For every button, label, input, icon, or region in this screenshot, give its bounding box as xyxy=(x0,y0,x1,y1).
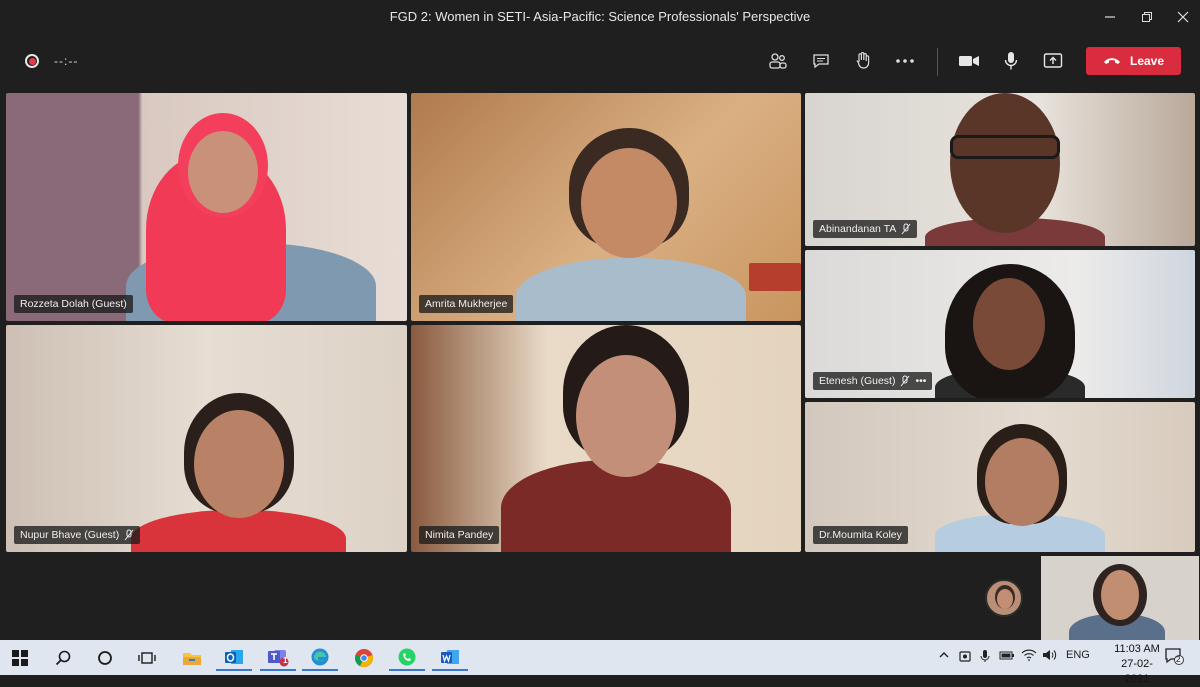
system-clock[interactable]: 11:03 AM 27-02-2021 xyxy=(1112,642,1162,687)
chrome-icon[interactable] xyxy=(346,644,382,671)
meeting-toolbar: --:-- Leave xyxy=(0,34,1200,88)
participant-name-tag: Abinandanan TA xyxy=(813,220,918,238)
participant-more-icon[interactable]: ••• xyxy=(915,375,926,387)
camera-tray-icon[interactable] xyxy=(958,649,972,666)
notifications-icon[interactable]: 2 xyxy=(1164,647,1184,668)
leave-label: Leave xyxy=(1129,54,1165,68)
participant-name-tag: Rozzeta Dolah (Guest) xyxy=(14,295,133,313)
video-tile[interactable]: Amrita Mukherjee xyxy=(411,93,801,321)
input-language[interactable]: ENG xyxy=(1066,649,1090,661)
participant-name-tag: Etenesh (Guest) ••• xyxy=(813,372,933,390)
teams-notification-badge: 1 xyxy=(283,656,288,665)
raise-hand-icon[interactable] xyxy=(850,48,876,74)
share-screen-icon[interactable] xyxy=(1040,48,1066,74)
whatsapp-icon[interactable] xyxy=(389,644,425,671)
recording-indicator-icon xyxy=(25,54,39,68)
notification-count: 2 xyxy=(1176,655,1181,664)
video-tile[interactable]: Rozzeta Dolah (Guest) xyxy=(6,93,407,321)
meeting-timer: --:-- xyxy=(54,54,79,68)
cortana-icon[interactable] xyxy=(87,644,123,671)
camera-icon[interactable] xyxy=(956,48,982,74)
file-explorer-icon[interactable] xyxy=(174,644,210,671)
search-icon[interactable] xyxy=(45,644,81,671)
windows-start-icon[interactable] xyxy=(2,644,38,671)
window-title: FGD 2: Women in SETI- Asia-Pacific: Scie… xyxy=(389,9,811,24)
video-tile[interactable]: Etenesh (Guest) ••• xyxy=(805,250,1195,398)
microphone-tray-icon[interactable] xyxy=(980,649,990,666)
volume-icon[interactable] xyxy=(1042,649,1058,664)
video-tile[interactable]: Nupur Bhave (Guest) xyxy=(6,325,407,552)
video-tile[interactable]: Nimita Pandey xyxy=(411,325,801,552)
edge-icon[interactable] xyxy=(302,644,338,671)
title-bar: FGD 2: Women in SETI- Asia-Pacific: Scie… xyxy=(0,0,1200,34)
clock-time: 11:03 AM xyxy=(1114,643,1160,655)
video-tile[interactable]: Dr.Moumita Koley xyxy=(805,402,1195,552)
teams-meeting-window: FGD 2: Women in SETI- Asia-Pacific: Scie… xyxy=(0,0,1200,640)
muted-mic-icon xyxy=(901,223,911,235)
participant-name-tag: Nupur Bhave (Guest) xyxy=(14,526,141,544)
windows-taskbar: 1 ENG 11:03 AM 27-02-2021 2 xyxy=(0,640,1200,685)
participant-name-tag: Amrita Mukherjee xyxy=(419,295,514,313)
avatar[interactable] xyxy=(985,579,1023,617)
muted-mic-icon xyxy=(124,529,134,541)
word-icon[interactable] xyxy=(432,644,468,671)
chevron-up-icon[interactable] xyxy=(938,649,950,664)
close-icon[interactable] xyxy=(1163,0,1200,34)
participants-icon[interactable] xyxy=(765,48,791,74)
self-preview-video[interactable] xyxy=(1041,556,1199,640)
task-view-icon[interactable] xyxy=(129,644,165,671)
chat-icon[interactable] xyxy=(808,48,834,74)
video-tile[interactable]: Abinandanan TA xyxy=(805,93,1195,246)
outlook-icon[interactable] xyxy=(216,644,252,671)
teams-icon[interactable]: 1 xyxy=(260,644,296,671)
microphone-icon[interactable] xyxy=(998,48,1024,74)
muted-mic-icon xyxy=(901,375,910,387)
toolbar-divider xyxy=(937,48,938,76)
wifi-icon[interactable] xyxy=(1021,649,1037,664)
minimize-icon[interactable] xyxy=(1090,0,1130,34)
hang-up-icon xyxy=(1103,58,1120,64)
maximize-icon[interactable] xyxy=(1127,0,1167,34)
clock-date: 27-02-2021 xyxy=(1121,658,1153,685)
participant-name-tag: Dr.Moumita Koley xyxy=(813,526,908,544)
more-options-icon[interactable] xyxy=(892,48,918,74)
battery-icon[interactable] xyxy=(999,649,1015,664)
participant-name-tag: Nimita Pandey xyxy=(419,526,500,544)
leave-button[interactable]: Leave xyxy=(1086,47,1181,75)
